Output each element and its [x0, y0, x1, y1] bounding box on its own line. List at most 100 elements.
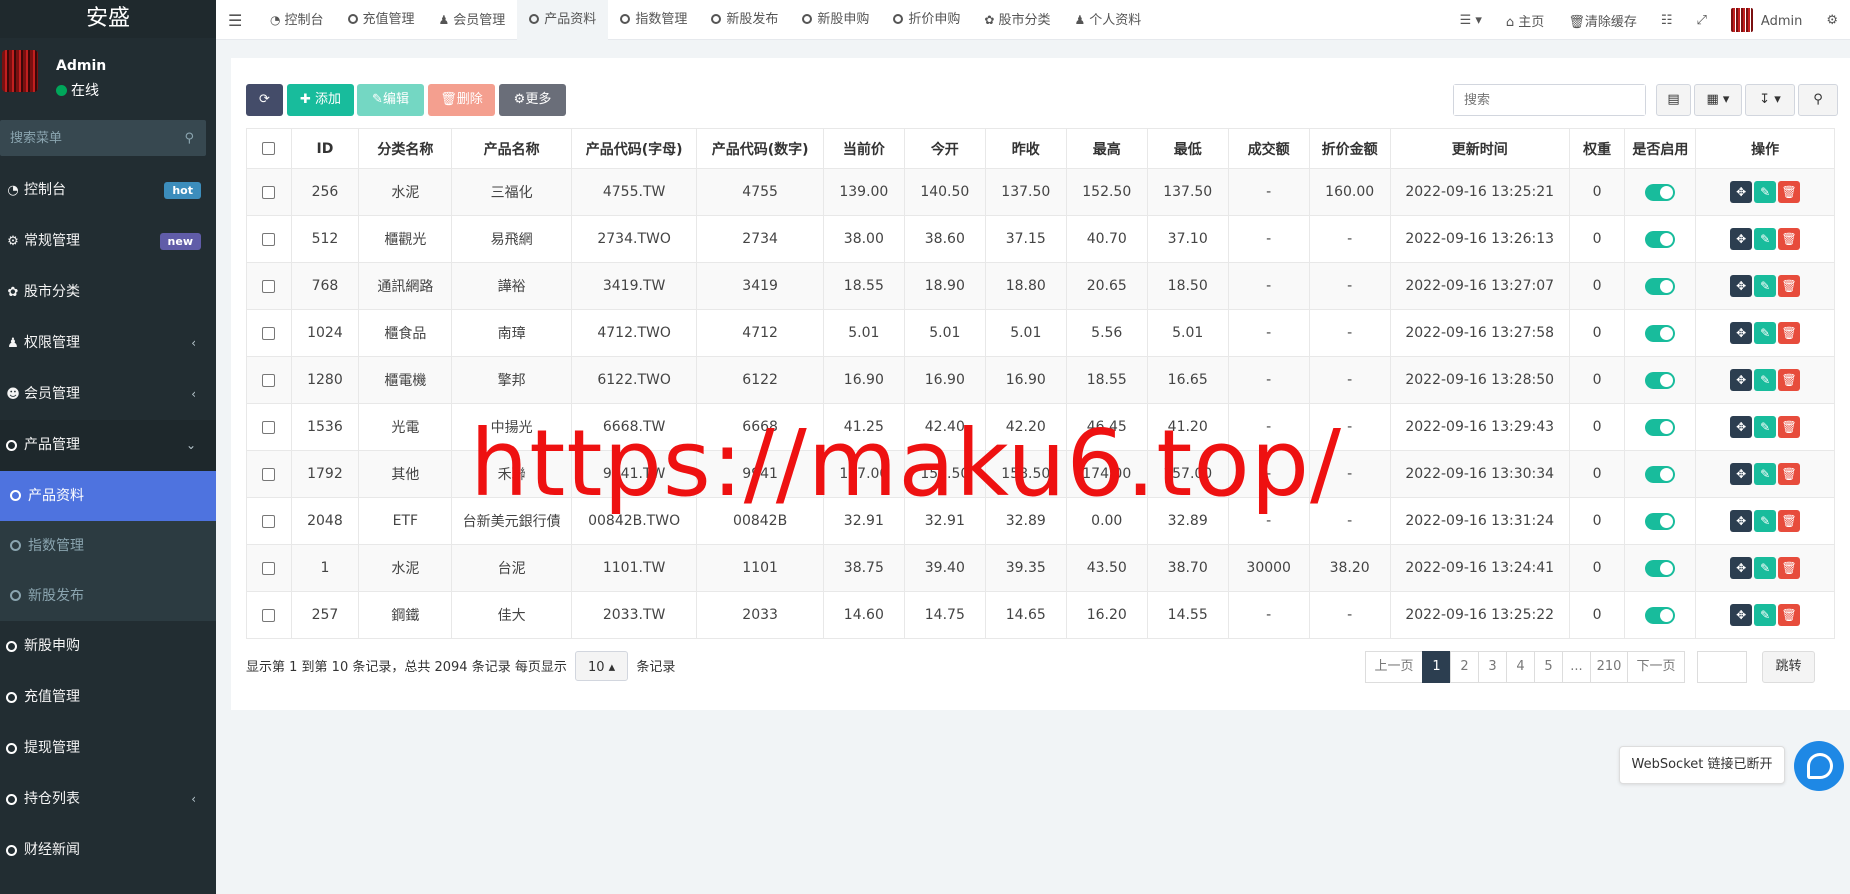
enabled-toggle[interactable] [1645, 371, 1676, 389]
row-delete-button[interactable]: 🗑 [1778, 181, 1801, 203]
row-select-cell[interactable] [246, 544, 292, 592]
enabled-toggle[interactable] [1645, 324, 1676, 342]
drag-sort-button[interactable]: ✥ [1730, 416, 1753, 438]
column-header[interactable]: 产品代码(字母) [570, 128, 698, 169]
row-select-cell[interactable] [246, 262, 292, 310]
row-edit-button[interactable]: ✎ [1754, 416, 1777, 438]
column-header[interactable]: 折价金额 [1308, 128, 1391, 169]
column-header[interactable]: 当前价 [822, 128, 905, 169]
enabled-toggle[interactable] [1645, 418, 1676, 436]
sidebar-item-recharge[interactable]: 充值管理 [0, 672, 216, 723]
enabled-toggle[interactable] [1645, 230, 1676, 248]
column-header[interactable]: 昨收 [984, 128, 1067, 169]
sidebar-item-withdraw[interactable]: 提现管理 [0, 723, 216, 774]
page-button[interactable]: 4 [1506, 651, 1535, 683]
row-delete-button[interactable]: 🗑 [1778, 228, 1801, 250]
tab-ipo-publish[interactable]: 新股发布 [699, 0, 790, 40]
page-button[interactable]: 2 [1450, 651, 1479, 683]
menu-toggle-icon[interactable]: ☰ [228, 11, 242, 30]
row-select-cell[interactable] [246, 356, 292, 404]
row-edit-button[interactable]: ✎ [1754, 275, 1777, 297]
row-checkbox[interactable] [262, 185, 276, 199]
goto-page-button[interactable]: 跳转 [1762, 651, 1815, 683]
row-checkbox[interactable] [262, 608, 276, 622]
table-row[interactable]: 257 鋼鐵 佳大 2033.TW 2033 14.60 14.75 14.65 16.20 14… [246, 591, 1835, 639]
tab-index-manage[interactable]: 指数管理 [608, 0, 699, 40]
enabled-toggle[interactable] [1645, 183, 1676, 201]
goto-page-input[interactable] [1697, 651, 1747, 683]
column-header[interactable]: 分类名称 [358, 128, 453, 169]
row-edit-button[interactable]: ✎ [1754, 557, 1777, 579]
sidebar-subitem-index-manage[interactable]: 指数管理 [0, 521, 216, 571]
drag-sort-button[interactable]: ✥ [1730, 322, 1753, 344]
column-header[interactable]: 最低 [1146, 128, 1229, 169]
table-row[interactable]: 2048 ETF 台新美元銀行債 00842B.TWO 00842B 32.91 32.91… [246, 497, 1835, 545]
advanced-search-button[interactable]: ⚲ [1798, 84, 1838, 116]
row-select-cell[interactable] [246, 591, 292, 639]
sidebar-subitem-product-info[interactable]: 产品资料 [0, 471, 216, 521]
row-edit-button[interactable]: ✎ [1754, 181, 1777, 203]
table-row[interactable]: 1024 櫃食品 南璋 4712.TWO 4712 5.01 5.01 5.01 5.56 5.0… [246, 309, 1835, 357]
translate-button[interactable]: ☷ [1649, 13, 1685, 28]
drag-sort-button[interactable]: ✥ [1730, 557, 1753, 579]
drag-sort-button[interactable]: ✥ [1730, 228, 1753, 250]
sidebar-item-news[interactable]: 财经新闻 [0, 825, 216, 876]
row-edit-button[interactable]: ✎ [1754, 510, 1777, 532]
tab-list-dropdown[interactable]: ☰ ▾ [1448, 13, 1494, 28]
enabled-toggle[interactable] [1645, 465, 1676, 483]
row-delete-button[interactable]: 🗑 [1778, 463, 1801, 485]
row-checkbox[interactable] [262, 467, 276, 481]
row-select-cell[interactable] [246, 309, 292, 357]
row-checkbox[interactable] [262, 561, 276, 575]
delete-button[interactable]: 🗑删除 [428, 84, 495, 116]
next-page-button[interactable]: 下一页 [1627, 651, 1685, 683]
row-delete-button[interactable]: 🗑 [1778, 510, 1801, 532]
drag-sort-button[interactable]: ✥ [1730, 275, 1753, 297]
enabled-toggle[interactable] [1645, 512, 1676, 530]
column-header[interactable]: 产品代码(数字) [696, 128, 824, 169]
row-delete-button[interactable]: 🗑 [1778, 557, 1801, 579]
page-button[interactable]: 3 [1478, 651, 1507, 683]
refresh-button[interactable]: ⟳ [246, 84, 283, 116]
more-button[interactable]: ⚙更多 [499, 84, 566, 116]
page-size-dropdown[interactable]: 10 ▴ [574, 651, 629, 681]
column-header[interactable]: 成交额 [1227, 128, 1310, 169]
search-icon[interactable]: ⚲ [184, 131, 194, 146]
sidebar-item-positions[interactable]: 持仓列表 ‹ [0, 774, 216, 825]
row-edit-button[interactable]: ✎ [1754, 463, 1777, 485]
sidebar-subitem-ipo-publish[interactable]: 新股发布 [0, 571, 216, 621]
enabled-toggle[interactable] [1645, 559, 1676, 577]
row-edit-button[interactable]: ✎ [1754, 369, 1777, 391]
sidebar-item-members[interactable]: ☻ 会员管理 ‹ [0, 369, 216, 420]
row-delete-button[interactable]: 🗑 [1778, 604, 1801, 626]
drag-sort-button[interactable]: ✥ [1730, 463, 1753, 485]
tab-market-category[interactable]: ✿ 股市分类 [972, 0, 1062, 40]
select-all-header[interactable] [246, 128, 292, 169]
select-all-checkbox[interactable] [262, 142, 276, 155]
row-checkbox[interactable] [262, 326, 276, 340]
row-delete-button[interactable]: 🗑 [1778, 275, 1801, 297]
admin-menu[interactable]: Admin [1719, 8, 1814, 32]
sidebar-item-market-category[interactable]: ✿ 股市分类 [0, 267, 216, 318]
drag-sort-button[interactable]: ✥ [1730, 181, 1753, 203]
add-button[interactable]: ✚ 添加 [287, 84, 354, 116]
drag-sort-button[interactable]: ✥ [1730, 369, 1753, 391]
sidebar-item-products[interactable]: 产品管理 ⌄ [0, 420, 216, 471]
column-header[interactable]: 更新时间 [1389, 128, 1570, 169]
row-checkbox[interactable] [262, 279, 276, 293]
page-button[interactable]: 210 [1590, 651, 1628, 683]
table-row[interactable]: 512 櫃觀光 易飛網 2734.TWO 2734 38.00 38.60 37.15 40.7… [246, 215, 1835, 263]
table-row[interactable]: 768 通訊網路 譁裕 3419.TW 3419 18.55 18.90 18.80 20.65… [246, 262, 1835, 310]
enabled-toggle[interactable] [1645, 606, 1676, 624]
clear-cache-button[interactable]: 🗑清除缓存 [1556, 11, 1649, 30]
brand-logo[interactable]: 安盛 [0, 0, 216, 38]
page-button[interactable]: 1 [1422, 651, 1451, 683]
tab-product-info[interactable]: 产品资料 [517, 0, 609, 40]
column-header[interactable]: 最高 [1065, 128, 1148, 169]
column-header[interactable]: 产品名称 [451, 128, 572, 169]
table-row[interactable]: 1536 光電 中揚光 6668.TW 6668 41.25 42.40 42.20 46.45… [246, 403, 1835, 451]
row-edit-button[interactable]: ✎ [1754, 322, 1777, 344]
table-search-input[interactable] [1454, 85, 1645, 115]
enabled-toggle[interactable] [1645, 277, 1676, 295]
table-row[interactable]: 1 水泥 台泥 1101.TW 1101 38.75 39.40 39.35 43.50 38.7… [246, 544, 1835, 592]
